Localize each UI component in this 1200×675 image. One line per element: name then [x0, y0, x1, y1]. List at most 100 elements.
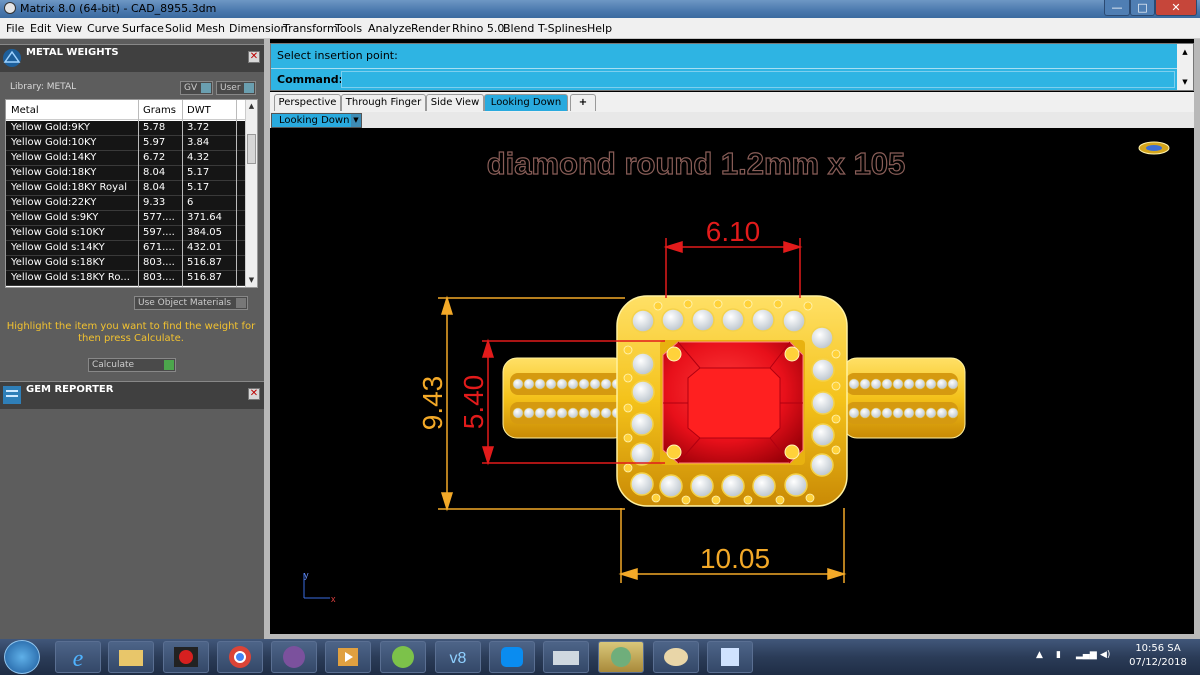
viewport-selector[interactable]: Looking Down ▼: [271, 113, 362, 128]
scroll-down-icon[interactable]: ▼: [1177, 56, 1193, 86]
table-row[interactable]: Yellow Gold:22KY 9.33 6: [6, 196, 246, 211]
cell-dwt: 516.87: [187, 257, 222, 268]
cell-grams: 5.78: [143, 122, 166, 133]
menu-dimension[interactable]: Dimension: [229, 22, 287, 35]
scroll-thumb[interactable]: [247, 134, 256, 164]
toggle-icon: [201, 83, 211, 93]
paint-icon[interactable]: [653, 641, 699, 673]
close-icon[interactable]: ✕: [248, 51, 260, 63]
add-tab-icon[interactable]: +: [570, 94, 596, 111]
user-label: User: [220, 83, 241, 93]
start-button[interactable]: [4, 640, 40, 674]
table-scrollbar[interactable]: ▲ ▼: [245, 100, 257, 287]
menu-edit[interactable]: Edit: [30, 22, 51, 35]
cell-dwt: 3.84: [187, 137, 210, 148]
menu-tsplines[interactable]: T-Splines: [538, 22, 587, 35]
cell-grams: 8.04: [143, 167, 166, 178]
cell-grams: 8.04: [143, 182, 166, 193]
tab-through-finger[interactable]: Through Finger: [341, 94, 426, 111]
window-border: [1194, 39, 1200, 639]
viewport-tabs: Perspective Through Finger Side View Loo…: [270, 92, 1194, 112]
calculate-button[interactable]: Calculate: [88, 358, 176, 372]
table-row[interactable]: Yellow Gold s:10KY 597.... 384.05: [6, 226, 246, 241]
dimension-left-inner-label: 5.40: [458, 375, 489, 430]
table-row[interactable]: Yellow Gold:18KY Royal 8.04 5.17: [6, 181, 246, 196]
table-row[interactable]: Yellow Gold s:14KY 671.... 432.01: [6, 241, 246, 256]
media-player-icon[interactable]: [325, 641, 371, 673]
tab-side-view[interactable]: Side View: [426, 94, 484, 111]
col-grams[interactable]: Grams: [143, 105, 176, 116]
minimize-button[interactable]: —: [1104, 0, 1130, 16]
explorer-icon[interactable]: [108, 641, 154, 673]
cell-dwt: 432.01: [187, 242, 222, 253]
column-divider: [138, 100, 139, 287]
table-row[interactable]: Yellow Gold s:18KY 803.... 516.87: [6, 256, 246, 271]
v8-icon[interactable]: v8: [435, 641, 481, 673]
menu-transform[interactable]: Transform: [283, 22, 338, 35]
menu-tools[interactable]: Tools: [335, 22, 362, 35]
use-object-materials-toggle[interactable]: Use Object Materials: [134, 296, 248, 310]
command-label: Command:: [277, 73, 344, 86]
ring-model: diamond round 1.2mm x 105 6.10 10.05 9.4…: [303, 141, 1170, 604]
view-cube-icon: [1138, 141, 1170, 155]
tray-arrow-icon[interactable]: ▲: [1036, 650, 1043, 660]
user-toggle[interactable]: User: [216, 81, 256, 95]
close-icon[interactable]: ✕: [248, 388, 260, 400]
maximize-button[interactable]: □: [1130, 0, 1155, 16]
network-icon[interactable]: ▂▄▆: [1076, 650, 1097, 660]
chrome-icon[interactable]: [217, 641, 263, 673]
scroll-up-icon[interactable]: ▲: [1177, 44, 1193, 56]
command-scrollbar[interactable]: ▲ ▼: [1177, 44, 1193, 90]
tray-device-icon[interactable]: ▮: [1056, 650, 1061, 660]
cell-dwt: 384.05: [187, 227, 222, 238]
command-input[interactable]: [341, 71, 1175, 88]
garena-icon[interactable]: [163, 641, 209, 673]
ie-icon[interactable]: e: [55, 641, 101, 673]
menu-analyze[interactable]: Analyze: [368, 22, 411, 35]
notes-icon[interactable]: [707, 641, 753, 673]
menu-rhino[interactable]: Rhino 5.0: [452, 22, 504, 35]
table-row[interactable]: Yellow Gold s:18KY Ro... 803.... 516.87: [6, 271, 246, 286]
menu-view[interactable]: View: [56, 22, 82, 35]
table-row[interactable]: Yellow Gold:14KY 6.72 4.32: [6, 151, 246, 166]
zalo-icon[interactable]: [489, 641, 535, 673]
command-line: Command:: [271, 68, 1177, 89]
table-row[interactable]: Yellow Gold s:9KY 577.... 371.64: [6, 211, 246, 226]
menu-blend[interactable]: Blend: [503, 22, 534, 35]
menu-mesh[interactable]: Mesh: [196, 22, 225, 35]
tab-looking-down[interactable]: Looking Down: [484, 94, 568, 111]
dimension-top-label: 6.10: [706, 216, 761, 247]
col-metal[interactable]: Metal: [11, 105, 39, 116]
volume-icon[interactable]: ◀): [1100, 650, 1110, 660]
viber-icon[interactable]: [271, 641, 317, 673]
menu-curve[interactable]: Curve: [87, 22, 119, 35]
tab-perspective[interactable]: Perspective: [274, 94, 341, 111]
browser-icon[interactable]: [380, 641, 426, 673]
table-row[interactable]: Yellow Gold:18KY 8.04 5.17: [6, 166, 246, 181]
menu-surface[interactable]: Surface: [122, 22, 164, 35]
menu-bar: File Edit View Curve Surface Solid Mesh …: [0, 18, 1200, 39]
menu-file[interactable]: File: [6, 22, 24, 35]
cell-dwt: 6: [187, 197, 194, 208]
cell-grams: 5.97: [143, 137, 166, 148]
dimension-left-outer-label: 9.43: [417, 376, 448, 431]
cell-metal: Yellow Gold s:9KY: [11, 212, 99, 223]
metal-weights-table: Metal Grams DWT Yellow Gold:9KY 5.78 3.72 …: [5, 99, 258, 288]
scroll-down-icon[interactable]: ▼: [246, 274, 257, 286]
axis-x-label: x: [331, 594, 336, 604]
system-clock[interactable]: 10:56 SA 07/12/2018: [1124, 642, 1192, 670]
gem-reporter-icon: [3, 386, 21, 404]
scanner-icon[interactable]: [543, 641, 589, 673]
viewport[interactable]: diamond round 1.2mm x 105 6.10 10.05 9.4…: [270, 128, 1194, 634]
cell-metal: Yellow Gold s:18KY Ro...: [11, 272, 130, 283]
menu-solid[interactable]: Solid: [165, 22, 192, 35]
col-dwt[interactable]: DWT: [187, 105, 211, 116]
table-row[interactable]: Yellow Gold:9KY 5.78 3.72: [6, 121, 246, 136]
close-button[interactable]: ✕: [1155, 0, 1197, 16]
gv-toggle[interactable]: GV: [180, 81, 213, 95]
menu-help[interactable]: Help: [587, 22, 612, 35]
menu-render[interactable]: Render: [411, 22, 450, 35]
scroll-up-icon[interactable]: ▲: [246, 100, 257, 112]
table-row[interactable]: Yellow Gold:10KY 5.97 3.84: [6, 136, 246, 151]
matrix-icon[interactable]: [598, 641, 644, 673]
